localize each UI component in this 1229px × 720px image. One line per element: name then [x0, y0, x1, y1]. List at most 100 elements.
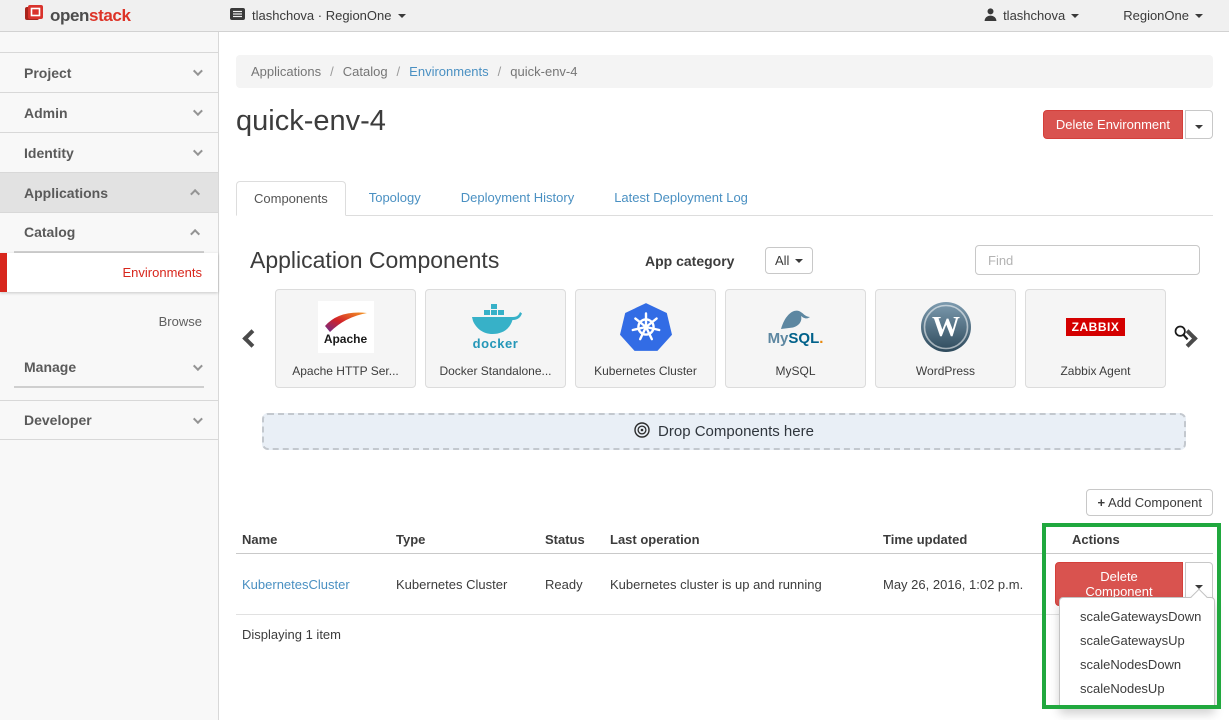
chevron-down-icon [1195, 14, 1203, 18]
tile-name: Apache HTTP Ser... [292, 364, 399, 378]
context-switcher-label: tlashchova · RegionOne [252, 8, 391, 23]
navbar-right: tlashchova RegionOne [984, 8, 1229, 24]
sidebar: Project Admin Identity Applications Cata… [0, 32, 219, 720]
openstack-logo[interactable]: openstack [0, 4, 210, 27]
breadcrumb-separator: / [330, 64, 334, 79]
delete-environment-button[interactable]: Delete Environment [1043, 110, 1183, 139]
breadcrumb-catalog: Catalog [343, 64, 388, 79]
project-region-switcher[interactable]: tlashchova · RegionOne [230, 8, 406, 23]
app-category-dropdown[interactable]: All [765, 247, 813, 274]
brand-wordmark: openstack [50, 6, 131, 26]
breadcrumb-current: quick-env-4 [510, 64, 577, 79]
tab-bar: Components Topology Deployment History L… [236, 181, 1213, 216]
sidebar-item-label: Identity [24, 145, 74, 161]
breadcrumb-environments-link[interactable]: Environments [409, 64, 488, 79]
sidebar-item-environments[interactable]: Environments [0, 253, 218, 292]
column-header-time-updated: Time updated [877, 524, 1066, 554]
row-action-button-group: Delete Component scaleGatewaysDown scale… [1055, 562, 1213, 606]
main-content: Applications / Catalog / Environments / … [220, 32, 1229, 720]
components-table: Name Type Status Last operation Time upd… [236, 524, 1213, 615]
column-header-actions: Actions [1066, 524, 1213, 554]
tile-name: Zabbix Agent [1060, 364, 1130, 378]
tiles: Apache Apache HTTP Ser... [275, 289, 1166, 388]
carousel-wrap: Apache Apache HTTP Ser... [236, 289, 1213, 388]
app-category-value: All [775, 253, 789, 268]
breadcrumb: Applications / Catalog / Environments / … [236, 55, 1213, 88]
sidebar-top-strip [0, 32, 218, 53]
sidebar-item-admin[interactable]: Admin [0, 93, 218, 133]
chevron-down-icon [1195, 125, 1203, 129]
tile-zabbix[interactable]: ZABBIX Zabbix Agent [1025, 289, 1166, 388]
component-time-updated: May 26, 2016, 1:02 p.m. [877, 554, 1066, 615]
tile-kubernetes[interactable]: Kubernetes Cluster [575, 289, 716, 388]
drop-components-zone[interactable]: Drop Components here [262, 413, 1186, 450]
sidebar-item-developer[interactable]: Developer [0, 400, 218, 440]
component-name-link[interactable]: KubernetesCluster [242, 577, 350, 592]
component-actions-cell: Delete Component scaleGatewaysDown scale… [1066, 554, 1213, 615]
tile-name: Docker Standalone... [439, 364, 551, 378]
menu-item-scale-nodes-up[interactable]: scaleNodesUp [1060, 677, 1214, 701]
table-header-row: Name Type Status Last operation Time upd… [236, 524, 1213, 554]
project-list-icon [230, 8, 245, 23]
sidebar-item-applications[interactable]: Applications [0, 173, 218, 213]
sidebar-item-manage[interactable]: Manage [0, 348, 218, 386]
sidebar-item-label: Developer [24, 412, 92, 428]
title-row: quick-env-4 Delete Environment [236, 104, 1213, 139]
chevron-down-icon [398, 14, 406, 18]
carousel-prev-button[interactable] [242, 329, 260, 347]
panel-title: Application Components [250, 247, 499, 274]
row-actions-dropdown-menu: scaleGatewaysDown scaleGatewaysUp scaleN… [1059, 597, 1215, 709]
mysql-logo-dot: . [819, 330, 823, 347]
tile-wordpress[interactable]: W WordPress [875, 289, 1016, 388]
add-component-label: Add Component [1108, 495, 1202, 510]
delete-environment-button-group: Delete Environment [1043, 110, 1213, 139]
sidebar-item-label: Project [24, 65, 71, 81]
column-header-last-operation: Last operation [604, 524, 877, 554]
menu-item-scale-nodes-down[interactable]: scaleNodesDown [1060, 653, 1214, 677]
component-last-operation: Kubernetes cluster is up and running [604, 554, 877, 615]
user-menu[interactable]: tlashchova [984, 8, 1079, 24]
drop-zone-label: Drop Components here [658, 423, 814, 440]
sidebar-item-project[interactable]: Project [0, 53, 218, 93]
tab-deployment-history[interactable]: Deployment History [444, 181, 591, 216]
breadcrumb-separator: / [498, 64, 502, 79]
column-header-name: Name [236, 524, 390, 554]
mysql-logo-text-sql: SQL [788, 330, 819, 347]
tab-topology[interactable]: Topology [352, 181, 438, 216]
add-component-button[interactable]: +Add Component [1086, 489, 1213, 516]
apache-logo-text: Apache [324, 332, 367, 346]
tab-components[interactable]: Components [236, 181, 346, 216]
sidebar-item-identity[interactable]: Identity [0, 133, 218, 173]
tile-name: WordPress [916, 364, 975, 378]
sidebar-item-label: Environments [123, 265, 202, 280]
wordpress-logo-icon: W [920, 299, 972, 355]
column-header-type: Type [390, 524, 539, 554]
user-name: tlashchova [1003, 8, 1065, 23]
sidebar-item-catalog[interactable]: Catalog [0, 213, 218, 251]
region-menu[interactable]: RegionOne [1123, 8, 1203, 23]
component-status: Ready [539, 554, 604, 615]
find-input[interactable] [975, 245, 1200, 275]
chevron-down-icon [193, 106, 203, 116]
wordpress-logo-letter: W [932, 312, 960, 343]
sidebar-item-label: Browse [159, 314, 202, 329]
sidebar-item-label: Catalog [24, 224, 75, 240]
delete-environment-caret-button[interactable] [1185, 110, 1213, 139]
sidebar-item-label: Manage [24, 359, 76, 375]
openstack-cube-icon [24, 4, 44, 27]
chevron-down-icon [1071, 14, 1079, 18]
target-icon [634, 422, 650, 442]
add-component-row: +Add Component [236, 489, 1213, 516]
sidebar-item-label: Admin [24, 105, 68, 121]
tile-docker[interactable]: docker Docker Standalone... [425, 289, 566, 388]
docker-logo-text: docker [473, 336, 519, 351]
tile-mysql[interactable]: MySQL. MySQL [725, 289, 866, 388]
screen: openstack tlashchova · RegionOne [0, 0, 1229, 720]
tile-apache[interactable]: Apache Apache HTTP Ser... [275, 289, 416, 388]
sidebar-item-browse[interactable]: Browse [0, 306, 218, 336]
component-type: Kubernetes Cluster [390, 554, 539, 615]
apache-logo-icon: Apache [318, 299, 374, 355]
menu-item-scale-gateways-up[interactable]: scaleGatewaysUp [1060, 629, 1214, 653]
tab-latest-deployment-log[interactable]: Latest Deployment Log [597, 181, 765, 216]
menu-item-scale-gateways-down[interactable]: scaleGatewaysDown [1060, 605, 1214, 629]
